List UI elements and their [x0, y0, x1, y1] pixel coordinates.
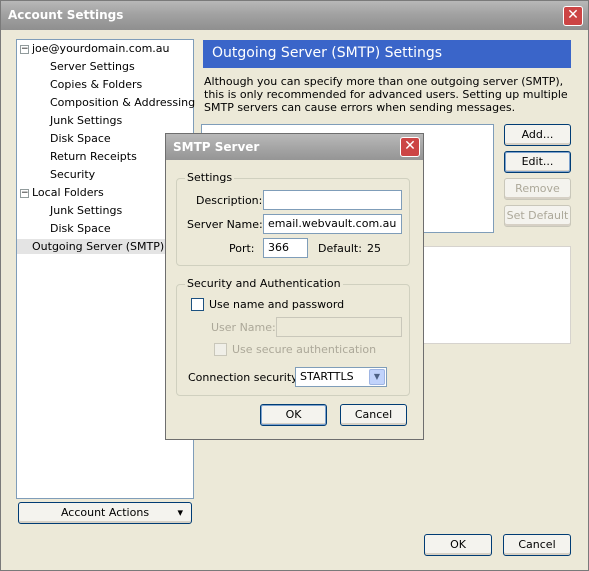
connection-security-value: STARTTLS — [300, 370, 354, 383]
account-settings-window: Account Settings ✕ − joe@yourdomain.com.… — [0, 0, 589, 571]
edit-button[interactable]: Edit... — [504, 151, 571, 173]
tree-item-copies-folders[interactable]: Copies & Folders — [50, 78, 142, 91]
add-button[interactable]: Add... — [504, 124, 571, 146]
ok-button[interactable]: OK — [424, 534, 492, 556]
use-name-password-checkbox[interactable] — [191, 298, 204, 311]
use-name-password-label[interactable]: Use name and password — [209, 298, 344, 311]
secure-auth-label: Use secure authentication — [232, 343, 377, 356]
user-name-field[interactable] — [276, 317, 402, 337]
window-title: Account Settings — [8, 8, 124, 22]
dialog-cancel-button[interactable]: Cancel — [340, 404, 407, 426]
user-name-label: User Name: — [211, 321, 276, 334]
remove-button[interactable]: Remove — [504, 178, 571, 200]
page-title: Outgoing Server (SMTP) Settings — [203, 40, 571, 68]
dropdown-arrow-icon: ▾ — [177, 506, 183, 519]
server-name-field[interactable]: email.webvault.com.au — [263, 214, 402, 234]
connection-security-select[interactable]: STARTTLS ▼ — [295, 367, 387, 387]
account-actions-label: Account Actions — [60, 506, 150, 519]
tree-item-disk-space[interactable]: Disk Space — [50, 132, 111, 145]
tree-item-junk-settings[interactable]: Junk Settings — [50, 114, 122, 127]
tree-item-account[interactable]: joe@yourdomain.com.au — [32, 42, 170, 55]
description-field[interactable] — [263, 190, 402, 210]
window-titlebar[interactable]: Account Settings ✕ — [1, 1, 588, 30]
server-name-label: Server Name: — [187, 218, 263, 231]
collapse-icon[interactable]: − — [20, 189, 29, 198]
default-port-label: Default: — [318, 242, 362, 255]
secure-auth-checkbox[interactable] — [214, 343, 227, 356]
tree-item-server-settings[interactable]: Server Settings — [50, 60, 135, 73]
security-group-title: Security and Authentication — [185, 277, 343, 290]
description-label: Description: — [196, 194, 263, 207]
tree-item-return-receipts[interactable]: Return Receipts — [50, 150, 137, 163]
default-port-value: 25 — [367, 242, 381, 255]
connection-security-label: Connection security: — [188, 371, 301, 384]
set-default-button[interactable]: Set Default — [504, 205, 571, 227]
tree-item-local-folders[interactable]: Local Folders — [32, 186, 104, 199]
tree-item-local-junk-settings[interactable]: Junk Settings — [50, 204, 122, 217]
tree-item-security[interactable]: Security — [50, 168, 95, 181]
cancel-button[interactable]: Cancel — [503, 534, 571, 556]
dialog-title: SMTP Server — [173, 140, 260, 154]
dialog-close-icon[interactable]: ✕ — [400, 137, 420, 157]
collapse-icon[interactable]: − — [20, 45, 29, 54]
tree-item-composition[interactable]: Composition & Addressing — [50, 96, 195, 109]
tree-item-local-disk-space[interactable]: Disk Space — [50, 222, 111, 235]
panel-description: Although you can specify more than one o… — [204, 75, 568, 114]
account-actions-button[interactable]: Account Actions ▾ — [18, 502, 192, 524]
smtp-server-dialog: SMTP Server ✕ Settings Description: Serv… — [165, 133, 424, 440]
settings-group-title: Settings — [185, 171, 235, 184]
dialog-titlebar[interactable]: SMTP Server ✕ — [166, 134, 423, 160]
dialog-ok-button[interactable]: OK — [260, 404, 327, 426]
chevron-down-icon[interactable]: ▼ — [369, 369, 385, 385]
port-label: Port: — [229, 242, 255, 255]
port-field[interactable]: 366 — [263, 238, 308, 258]
window-close-icon[interactable]: ✕ — [563, 6, 583, 26]
